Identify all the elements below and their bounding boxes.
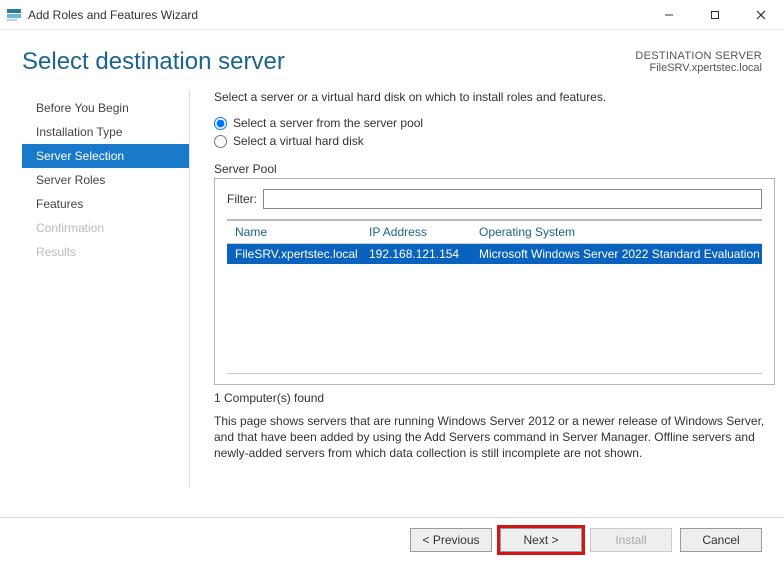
server-pool-label: Server Pool [214,162,775,176]
sidebar-item-server-roles[interactable]: Server Roles [22,168,189,192]
radio-vhd[interactable]: Select a virtual hard disk [214,134,775,148]
destination-label: DESTINATION SERVER [635,50,762,62]
server-row-ip: 192.168.121.154 [369,247,479,261]
sidebar-item-before-you-begin[interactable]: Before You Begin [22,96,189,120]
radio-vhd-input[interactable] [214,135,227,148]
footnote-text: This page shows servers that are running… [214,413,775,462]
grid-body: FileSRV.xpertstec.local 192.168.121.154 … [227,244,762,374]
minimize-button[interactable] [646,0,692,29]
header: Select destination server DESTINATION SE… [0,30,784,80]
app-icon [6,7,22,23]
window-controls [646,0,784,29]
server-row-name: FileSRV.xpertstec.local [229,247,369,261]
filter-row: Filter: [227,189,762,209]
computers-found-text: 1 Computer(s) found [214,391,775,405]
col-header-ip[interactable]: IP Address [369,225,479,239]
window-title: Add Roles and Features Wizard [28,8,646,22]
server-row-os: Microsoft Windows Server 2022 Standard E… [479,247,760,261]
server-row[interactable]: FileSRV.xpertstec.local 192.168.121.154 … [227,244,762,264]
radio-server-pool-label: Select a server from the server pool [233,116,423,130]
radio-server-pool[interactable]: Select a server from the server pool [214,116,775,130]
col-header-name[interactable]: Name [229,225,369,239]
destination-info: DESTINATION SERVER FileSRV.xpertstec.loc… [635,50,762,74]
content: Before You Begin Installation Type Serve… [0,80,784,488]
cancel-button[interactable]: Cancel [680,528,762,552]
filter-label: Filter: [227,192,257,206]
col-header-os[interactable]: Operating System [479,225,760,239]
sidebar-item-confirmation: Confirmation [22,216,189,240]
close-button[interactable] [738,0,784,29]
server-grid: Name IP Address Operating System FileSRV… [227,219,762,374]
maximize-button[interactable] [692,0,738,29]
filter-input[interactable] [263,189,762,209]
main-panel: Select a server or a virtual hard disk o… [190,90,775,488]
next-button[interactable]: Next > [500,528,582,552]
page-title: Select destination server [22,48,635,76]
server-pool-box: Filter: Name IP Address Operating System… [214,178,775,385]
radio-server-pool-input[interactable] [214,117,227,130]
install-button: Install [590,528,672,552]
previous-button[interactable]: < Previous [410,528,492,552]
wizard-steps-sidebar: Before You Begin Installation Type Serve… [22,90,190,488]
sidebar-item-features[interactable]: Features [22,192,189,216]
button-bar: < Previous Next > Install Cancel [0,517,784,562]
grid-header: Name IP Address Operating System [227,221,762,244]
instruction-text: Select a server or a virtual hard disk o… [214,90,775,104]
sidebar-item-installation-type[interactable]: Installation Type [22,120,189,144]
radio-vhd-label: Select a virtual hard disk [233,134,364,148]
sidebar-item-results: Results [22,240,189,264]
destination-server-name: FileSRV.xpertstec.local [635,62,762,74]
title-bar: Add Roles and Features Wizard [0,0,784,30]
sidebar-item-server-selection[interactable]: Server Selection [22,144,189,168]
